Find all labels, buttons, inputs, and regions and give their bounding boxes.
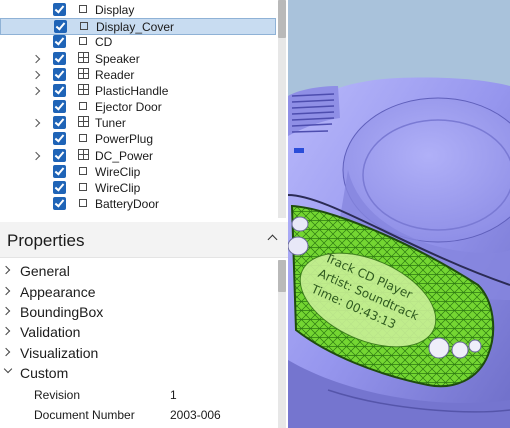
assembly-icon	[78, 84, 89, 95]
property-value[interactable]: 1	[170, 388, 177, 402]
visibility-checkbox[interactable]	[53, 181, 66, 194]
tree-item[interactable]: BatteryDoor	[0, 196, 276, 212]
properties-scrollbar-thumb[interactable]	[278, 260, 286, 292]
visibility-checkbox[interactable]	[53, 116, 66, 129]
tree-item[interactable]: Reader	[0, 67, 276, 83]
property-category[interactable]: Appearance	[0, 282, 270, 302]
properties-scrollbar[interactable]	[278, 260, 286, 428]
visibility-checkbox[interactable]	[53, 197, 66, 210]
tree-item[interactable]: WireClip	[0, 164, 276, 180]
part-icon	[80, 22, 88, 30]
property-category[interactable]: Validation	[0, 322, 270, 342]
expand-chevron-icon[interactable]	[32, 83, 42, 99]
visibility-checkbox[interactable]	[53, 52, 66, 65]
part-icon	[79, 199, 87, 207]
chevron-right-icon[interactable]	[1, 265, 11, 275]
part-icon	[79, 102, 87, 110]
cd-player-model[interactable]: Track CD PlayerArtist: SoundtrackTime: 0…	[288, 0, 510, 428]
category-label: Custom	[20, 365, 69, 381]
tree-scrollbar[interactable]	[278, 0, 286, 218]
properties-title: Properties	[7, 231, 85, 250]
property-name: Document Number	[34, 408, 135, 422]
property-category[interactable]: Custom	[0, 363, 270, 383]
tree-item-label: PlasticHandle	[95, 84, 169, 98]
tree-item-label: Reader	[95, 68, 135, 82]
part-icon	[79, 5, 87, 13]
visibility-checkbox[interactable]	[53, 35, 66, 48]
properties-header[interactable]: Properties	[0, 222, 288, 258]
property-value[interactable]: 2003-006	[170, 408, 221, 422]
button-left	[288, 236, 309, 256]
expand-chevron-icon[interactable]	[32, 148, 42, 164]
3d-viewport[interactable]: Track CD Player Artist: Soundtrack Time: 0…	[288, 0, 510, 428]
tree-scrollbar-thumb[interactable]	[278, 0, 286, 38]
chevron-right-icon[interactable]	[1, 326, 11, 336]
button-right-2	[451, 341, 469, 359]
button-right-3	[468, 339, 482, 353]
visibility-checkbox[interactable]	[53, 149, 66, 162]
tree-item-label: DC_Power	[95, 149, 154, 163]
tree-item[interactable]: DC_Power	[0, 148, 276, 164]
visibility-checkbox[interactable]	[53, 165, 66, 178]
category-label: Appearance	[20, 284, 96, 300]
tree-item-label: Display_Cover	[96, 20, 175, 34]
category-label: Validation	[20, 324, 81, 340]
chevron-right-icon[interactable]	[1, 286, 11, 296]
visibility-checkbox[interactable]	[54, 20, 67, 33]
visibility-checkbox[interactable]	[53, 84, 66, 97]
tree-item[interactable]: Display	[0, 2, 276, 18]
collapse-chevron-icon[interactable]	[267, 234, 278, 245]
assembly-icon	[78, 116, 89, 127]
chevron-right-icon[interactable]	[1, 347, 11, 357]
tree-item-label: WireClip	[95, 165, 141, 179]
tree-item-label: CD	[95, 35, 113, 49]
tree-item-label: Speaker	[95, 52, 140, 66]
left-panel: Display Display_Cover CD Speaker Reader Plast…	[0, 0, 288, 428]
visibility-checkbox[interactable]	[53, 132, 66, 145]
visibility-checkbox[interactable]	[53, 68, 66, 81]
tree-item[interactable]: WireClip	[0, 180, 276, 196]
assembly-icon	[78, 68, 89, 79]
tree-item[interactable]: PlasticHandle	[0, 83, 276, 99]
button-top-left	[291, 216, 309, 232]
tree-item[interactable]: Speaker	[0, 51, 276, 67]
properties-panel: General Appearance BoundingBox Validation Vi…	[0, 258, 288, 428]
category-label: General	[20, 263, 70, 279]
tree-item-label: BatteryDoor	[95, 197, 160, 211]
property-category[interactable]: General	[0, 261, 270, 281]
part-icon	[79, 183, 87, 191]
tree-item[interactable]: Display_Cover	[0, 18, 276, 35]
part-icon	[79, 167, 87, 175]
expand-chevron-icon[interactable]	[32, 115, 42, 131]
property-category[interactable]: BoundingBox	[0, 302, 270, 322]
tree-item-label: WireClip	[95, 181, 141, 195]
category-label: Visualization	[20, 345, 99, 361]
expand-chevron-icon[interactable]	[32, 51, 42, 67]
assembly-icon	[78, 52, 89, 63]
assembly-icon	[78, 149, 89, 160]
tree-item[interactable]: PowerPlug	[0, 131, 276, 147]
tree-item[interactable]: CD	[0, 34, 276, 50]
property-category[interactable]: Visualization	[0, 343, 270, 363]
tree-item-label: Ejector Door	[95, 100, 162, 114]
category-label: BoundingBox	[20, 304, 104, 320]
visibility-checkbox[interactable]	[53, 3, 66, 16]
property-name: Revision	[34, 388, 81, 402]
tree-item-label: Display	[95, 3, 135, 17]
chevron-right-icon[interactable]	[1, 306, 11, 316]
tree-item[interactable]: Tuner	[0, 115, 276, 131]
part-icon	[79, 37, 87, 45]
model-tree: Display Display_Cover CD Speaker Reader Plast…	[0, 0, 288, 218]
expand-chevron-icon[interactable]	[32, 67, 42, 83]
property-row[interactable]: Document Number 2003-006	[0, 406, 270, 424]
tree-item-label: Tuner	[95, 116, 126, 130]
tree-item[interactable]: Ejector Door	[0, 99, 276, 115]
part-icon	[79, 134, 87, 142]
chevron-down-icon[interactable]	[3, 364, 13, 374]
visibility-checkbox[interactable]	[53, 100, 66, 113]
button-right-1	[428, 337, 450, 359]
property-row[interactable]: Revision 1	[0, 386, 270, 404]
blue-indicator	[294, 148, 304, 153]
tree-item-label: PowerPlug	[95, 132, 154, 146]
